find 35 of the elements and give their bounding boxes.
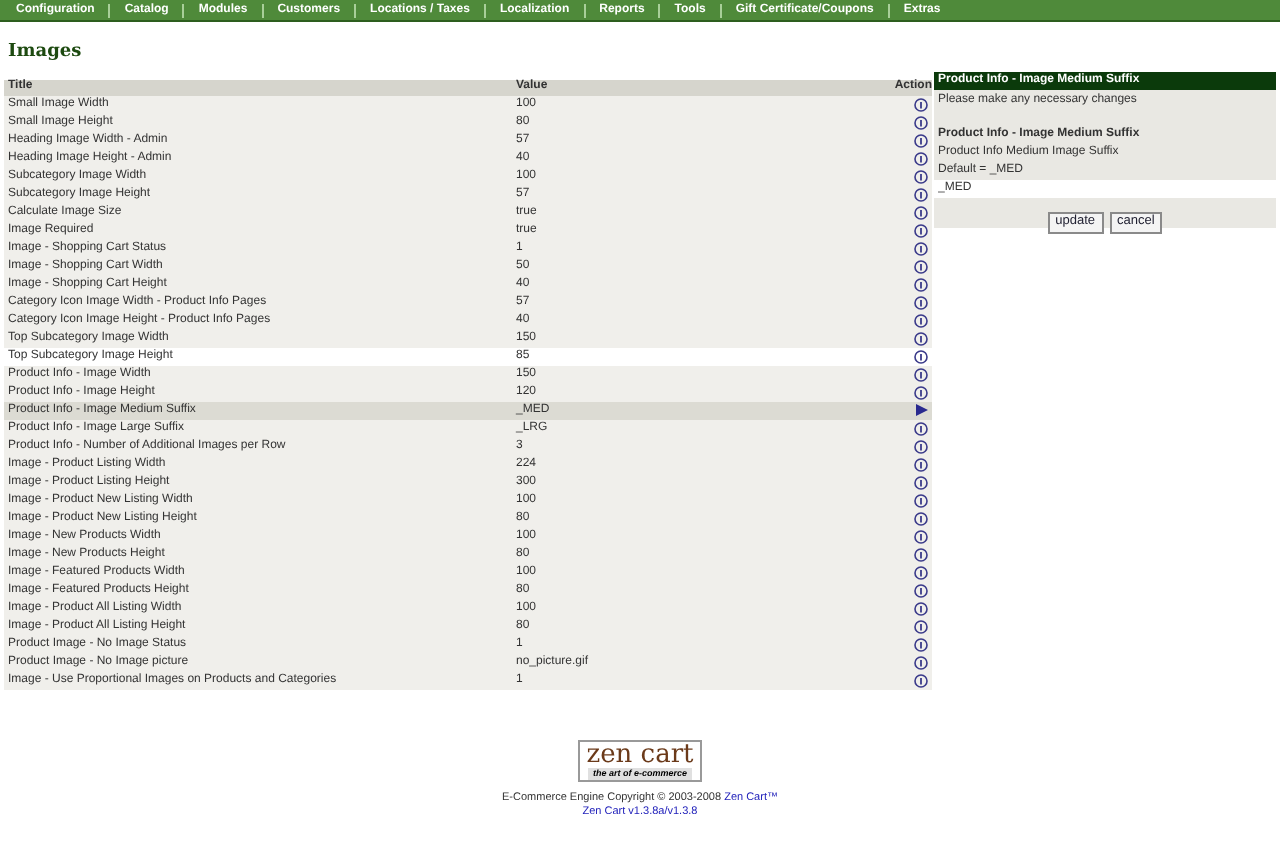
info-icon[interactable] xyxy=(914,313,928,327)
info-icon[interactable] xyxy=(914,565,928,579)
info-icon[interactable] xyxy=(914,241,928,255)
info-icon[interactable] xyxy=(914,277,928,291)
info-icon[interactable] xyxy=(914,385,928,399)
info-icon[interactable] xyxy=(914,529,928,543)
info-icon[interactable] xyxy=(914,475,928,489)
info-icon[interactable] xyxy=(914,457,928,471)
info-icon[interactable] xyxy=(914,223,928,237)
info-icon[interactable] xyxy=(914,259,928,273)
info-icon[interactable] xyxy=(914,169,928,183)
info-icon[interactable] xyxy=(914,331,928,345)
info-icon[interactable] xyxy=(914,115,928,129)
info-icon[interactable] xyxy=(914,673,928,687)
info-icon[interactable] xyxy=(914,97,928,111)
info-icon[interactable] xyxy=(914,421,928,435)
info-icon[interactable] xyxy=(914,511,928,525)
info-icon[interactable] xyxy=(914,367,928,381)
info-icon[interactable] xyxy=(914,349,928,363)
info-icon[interactable] xyxy=(914,439,928,453)
info-icon[interactable] xyxy=(914,601,928,615)
info-icon[interactable] xyxy=(914,547,928,561)
page-title: Images xyxy=(8,40,84,66)
info-icon[interactable] xyxy=(914,493,928,507)
info-icon[interactable] xyxy=(914,637,928,651)
info-icon[interactable] xyxy=(914,295,928,309)
info-icon[interactable] xyxy=(914,205,928,219)
info-icon[interactable] xyxy=(914,583,928,597)
arrow-icon xyxy=(916,404,928,416)
info-icon[interactable] xyxy=(914,187,928,201)
info-icon[interactable] xyxy=(914,133,928,147)
info-icon[interactable] xyxy=(914,655,928,669)
logo-text: zen cart xyxy=(586,743,694,767)
info-icon[interactable] xyxy=(914,151,928,165)
info-icon[interactable] xyxy=(914,619,928,633)
